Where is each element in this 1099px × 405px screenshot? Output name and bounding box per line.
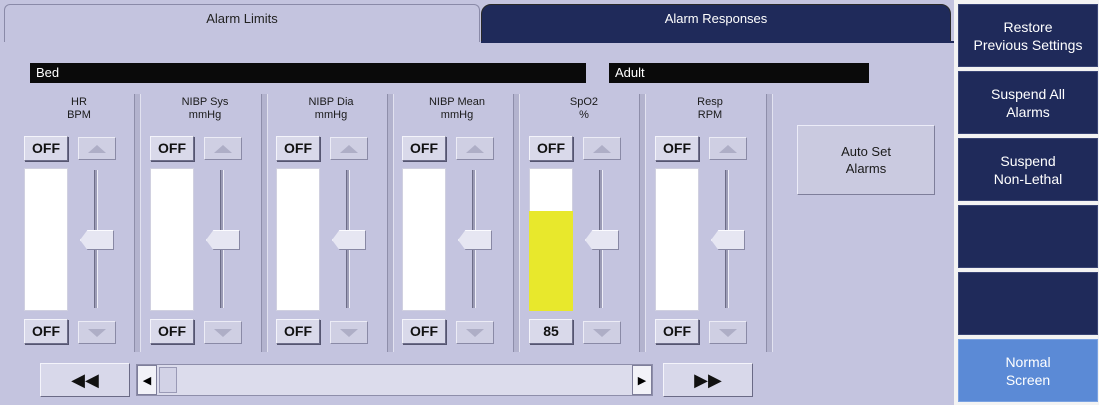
- scroll-right-button[interactable]: ▶: [632, 365, 652, 395]
- slider-thumb[interactable]: [585, 230, 619, 250]
- side-button-blank-1[interactable]: [958, 205, 1098, 268]
- scroll-left-button[interactable]: ◀: [137, 365, 157, 395]
- decrease-limit-button[interactable]: [330, 321, 368, 344]
- increase-limit-button[interactable]: [78, 137, 116, 160]
- limit-scale: [276, 168, 320, 311]
- alarm-column-nibp-mean: NIBP Mean mmHg OFF OFF: [402, 90, 516, 360]
- column-label: NIBP Dia mmHg: [308, 96, 354, 121]
- high-limit-button[interactable]: OFF: [529, 136, 573, 161]
- high-limit-button[interactable]: OFF: [276, 136, 320, 161]
- decrease-limit-button[interactable]: [204, 321, 242, 344]
- column-label: NIBP Sys mmHg: [181, 96, 229, 121]
- decrease-limit-button[interactable]: [583, 321, 621, 344]
- arrow-down-icon: [214, 328, 232, 337]
- column-label: SpO2 %: [569, 96, 599, 121]
- auto-set-alarms-button[interactable]: Auto Set Alarms: [797, 125, 935, 195]
- alarm-column-nibp-dia: NIBP Dia mmHg OFF OFF: [276, 90, 390, 360]
- alarm-column-spo2: SpO2 % OFF 85: [529, 90, 643, 360]
- alarm-column-resp: Resp RPM OFF OFF: [655, 90, 769, 360]
- arrow-up-icon: [719, 144, 737, 153]
- slider-thumb[interactable]: [458, 230, 492, 250]
- tab-alarm-responses[interactable]: Alarm Responses: [481, 4, 951, 42]
- normal-screen-button[interactable]: Normal Screen: [958, 339, 1098, 402]
- double-right-arrow-icon: ▶▶: [694, 369, 722, 390]
- right-arrow-icon: ▶: [637, 374, 647, 387]
- decrease-limit-button[interactable]: [709, 321, 747, 344]
- arrow-up-icon: [466, 144, 484, 153]
- high-limit-button[interactable]: OFF: [24, 136, 68, 161]
- limit-scale: [24, 168, 68, 311]
- low-limit-button[interactable]: 85: [529, 319, 573, 344]
- alarm-column-hr: HR BPM OFF OFF: [24, 90, 138, 360]
- increase-limit-button[interactable]: [330, 137, 368, 160]
- arrow-down-icon: [340, 328, 358, 337]
- alarm-limits-panel: Alarm Limits Alarm Responses Bed Adult H…: [0, 0, 954, 405]
- arrow-down-icon: [466, 328, 484, 337]
- high-limit-button[interactable]: OFF: [150, 136, 194, 161]
- arrow-up-icon: [340, 144, 358, 153]
- column-label: HR BPM: [67, 96, 91, 121]
- arrow-down-icon: [593, 328, 611, 337]
- limit-scale: [150, 168, 194, 311]
- restore-previous-settings-button[interactable]: Restore Previous Settings: [958, 4, 1098, 67]
- double-left-arrow-icon: ◀◀: [71, 369, 99, 390]
- column-label: Resp RPM: [697, 96, 723, 121]
- low-limit-button[interactable]: OFF: [150, 319, 194, 344]
- side-menu: Restore Previous Settings Suspend All Al…: [954, 0, 1099, 405]
- increase-limit-button[interactable]: [456, 137, 494, 160]
- low-limit-button[interactable]: OFF: [402, 319, 446, 344]
- arrow-down-icon: [719, 328, 737, 337]
- column-label: NIBP Mean mmHg: [428, 96, 486, 121]
- patient-type-label: Adult: [609, 63, 869, 83]
- slider-thumb[interactable]: [80, 230, 114, 250]
- limit-scale: [529, 168, 573, 311]
- decrease-limit-button[interactable]: [456, 321, 494, 344]
- left-arrow-icon: ◀: [142, 374, 152, 387]
- low-limit-button[interactable]: OFF: [276, 319, 320, 344]
- low-limit-button[interactable]: OFF: [24, 319, 68, 344]
- tab-alarm-limits[interactable]: Alarm Limits: [4, 4, 480, 42]
- tab-underline: [481, 41, 954, 43]
- arrow-up-icon: [593, 144, 611, 153]
- slider-thumb[interactable]: [206, 230, 240, 250]
- increase-limit-button[interactable]: [709, 137, 747, 160]
- arrow-up-icon: [88, 144, 106, 153]
- arrow-down-icon: [88, 328, 106, 337]
- high-limit-button[interactable]: OFF: [655, 136, 699, 161]
- low-limit-button[interactable]: OFF: [655, 319, 699, 344]
- slider-thumb[interactable]: [332, 230, 366, 250]
- first-page-button[interactable]: ◀◀: [40, 363, 130, 397]
- limit-scale: [402, 168, 446, 311]
- side-button-blank-2[interactable]: [958, 272, 1098, 335]
- slider-thumb[interactable]: [711, 230, 745, 250]
- last-page-button[interactable]: ▶▶: [663, 363, 753, 397]
- decrease-limit-button[interactable]: [78, 321, 116, 344]
- bed-label: Bed: [30, 63, 586, 83]
- high-limit-button[interactable]: OFF: [402, 136, 446, 161]
- limit-scale: [655, 168, 699, 311]
- arrow-up-icon: [214, 144, 232, 153]
- increase-limit-button[interactable]: [204, 137, 242, 160]
- suspend-all-alarms-button[interactable]: Suspend All Alarms: [958, 71, 1098, 134]
- scrollbar-thumb[interactable]: [159, 367, 177, 393]
- suspend-non-lethal-button[interactable]: Suspend Non-Lethal: [958, 138, 1098, 201]
- scale-fill: [529, 210, 573, 311]
- horizontal-scrollbar[interactable]: ◀ ▶: [136, 364, 653, 396]
- alarm-column-nibp-sys: NIBP Sys mmHg OFF OFF: [150, 90, 264, 360]
- increase-limit-button[interactable]: [583, 137, 621, 160]
